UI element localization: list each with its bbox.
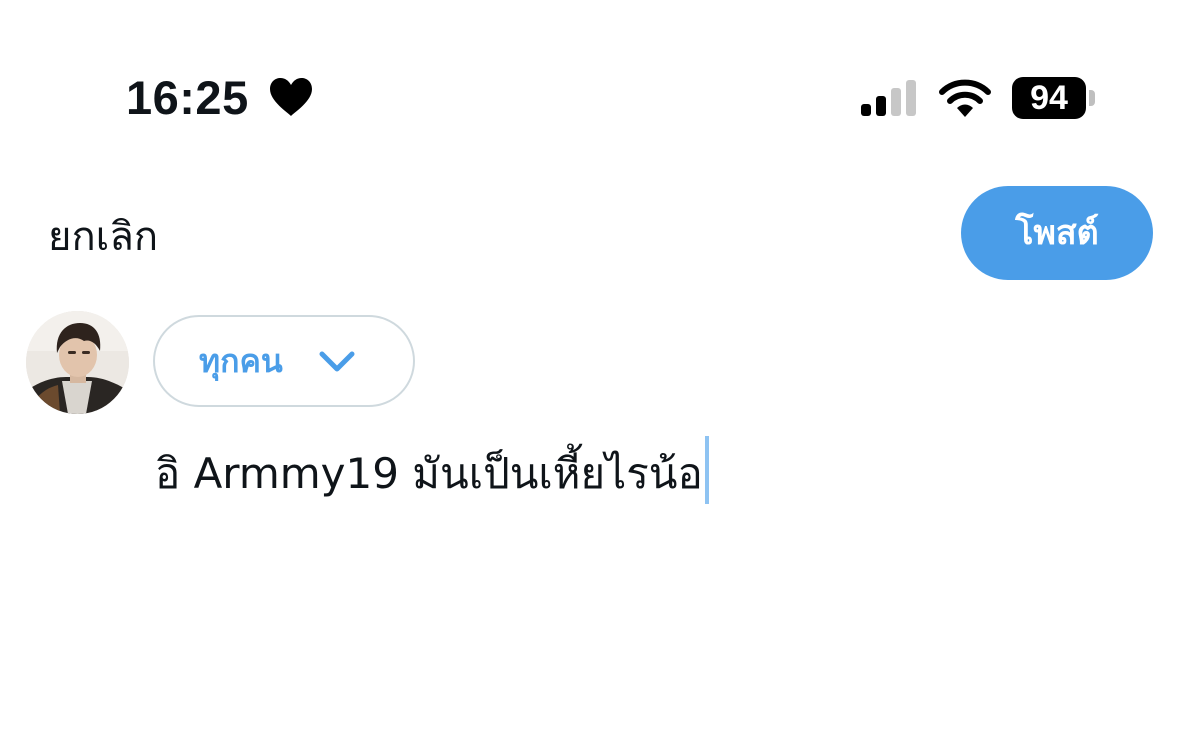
compose-screen: 16:25 94 ยกเลิก โพสต์ ทุกคน อิ Armmy19 ม…	[0, 0, 1200, 746]
battery-cap	[1089, 90, 1095, 106]
post-button[interactable]: โพสต์	[961, 186, 1153, 280]
audience-label: ทุกคน	[199, 342, 283, 380]
battery-percent: 94	[1012, 77, 1086, 119]
avatar[interactable]	[26, 311, 129, 414]
avatar-photo	[26, 311, 129, 414]
heart-icon	[270, 78, 312, 116]
cellular-signal-icon	[861, 80, 916, 116]
tweet-text-input[interactable]: อิ Armmy19 มันเป็นเหี้ยไรน้อ	[155, 436, 709, 510]
chevron-down-icon	[319, 351, 355, 372]
wifi-icon	[939, 79, 991, 117]
cancel-button[interactable]: ยกเลิก	[48, 212, 158, 262]
status-time: 16:25	[126, 71, 249, 124]
text-caret	[704, 436, 709, 504]
battery-indicator: 94	[1012, 77, 1096, 119]
audience-selector[interactable]: ทุกคน	[153, 315, 415, 407]
tweet-text: อิ Armmy19 มันเป็นเหี้ยไรน้อ	[155, 449, 703, 498]
